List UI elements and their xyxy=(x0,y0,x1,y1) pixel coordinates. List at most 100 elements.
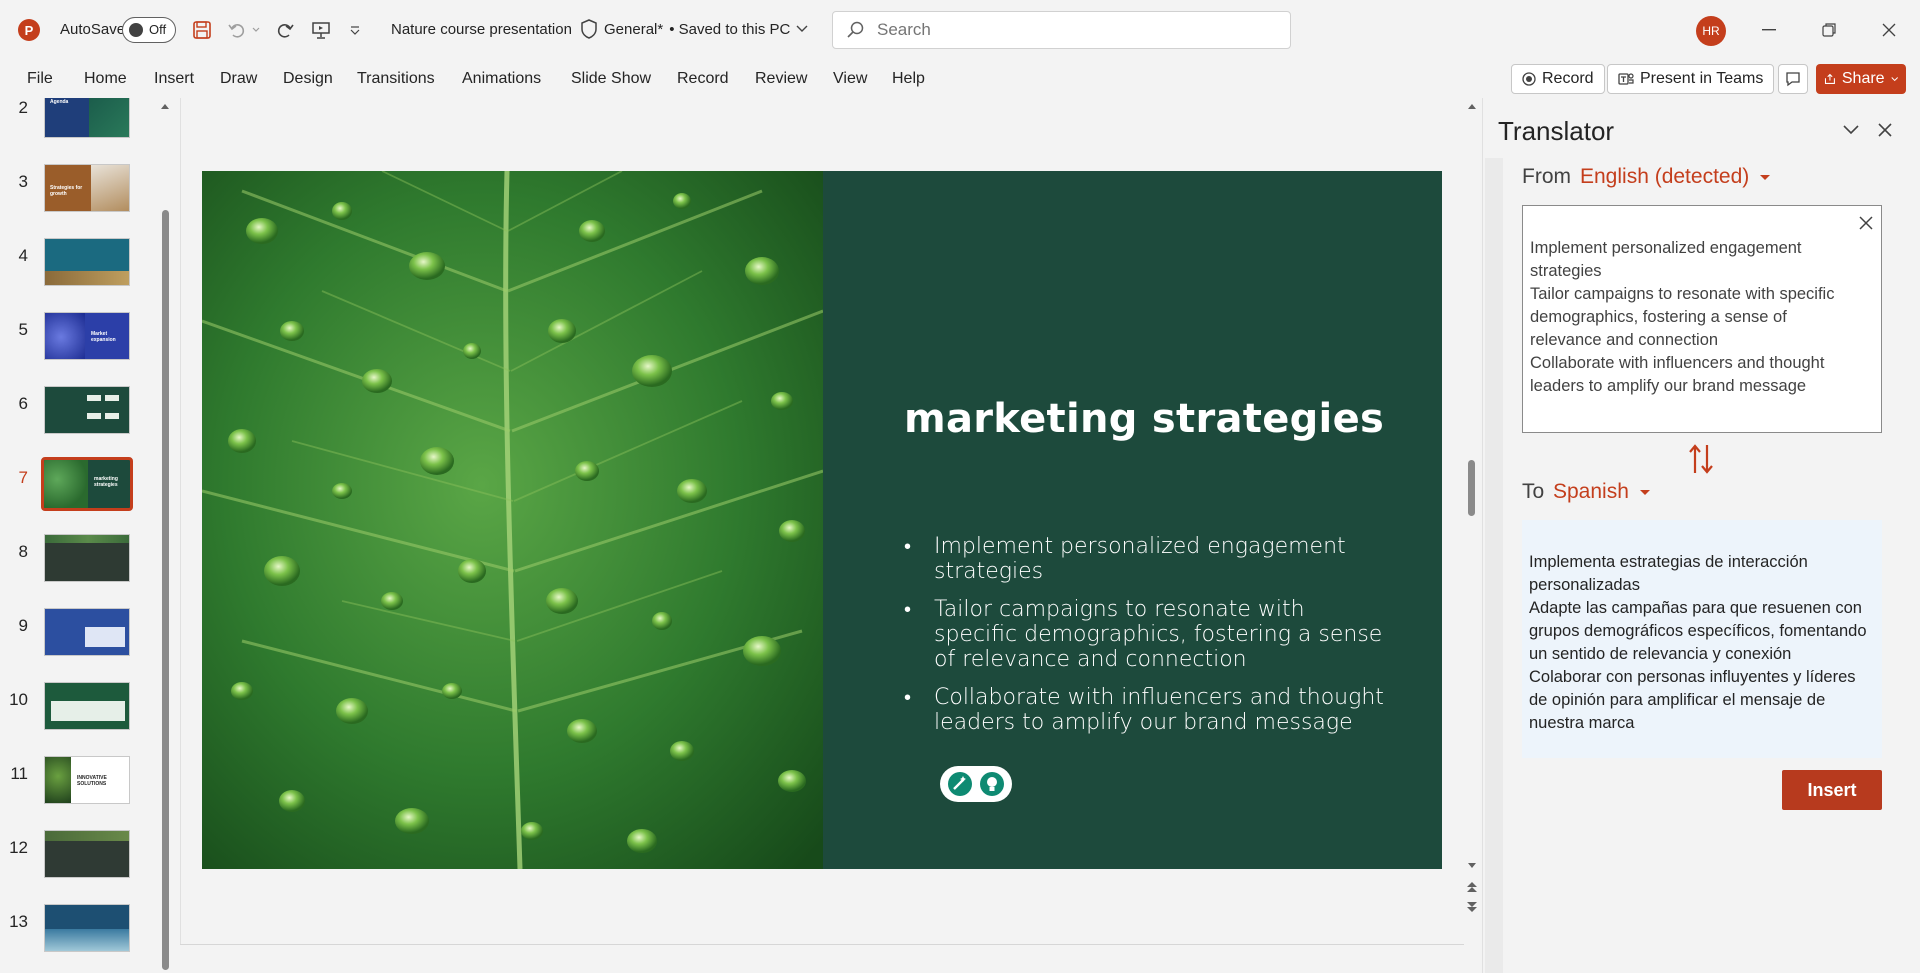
thumbnail-scrollbar[interactable] xyxy=(159,98,171,973)
from-language-dropdown[interactable]: English (detected) xyxy=(1580,165,1771,189)
insert-button[interactable]: Insert xyxy=(1782,770,1882,810)
customize-toolbar-icon[interactable] xyxy=(342,17,368,43)
caret-down-icon xyxy=(1760,174,1771,180)
tab-file[interactable]: File xyxy=(27,70,53,88)
slide-bullet[interactable]: Tailor campaigns to resonate with specif… xyxy=(904,597,1384,672)
clear-text-icon[interactable] xyxy=(1855,212,1877,234)
shield-icon xyxy=(581,19,597,39)
slide-vertical-scrollbar[interactable] xyxy=(1464,98,1480,878)
tab-transitions[interactable]: Transitions xyxy=(357,70,435,88)
slide-thumbnail-13[interactable]: 13 xyxy=(0,904,140,960)
thumbnail-image xyxy=(44,682,130,730)
undo-dropdown-icon[interactable] xyxy=(250,17,262,43)
notes-pane[interactable] xyxy=(180,944,1464,973)
autosave-label: AutoSave xyxy=(60,21,126,38)
tab-insert[interactable]: Insert xyxy=(154,70,194,88)
slide-number: 8 xyxy=(18,542,28,561)
redo-icon[interactable] xyxy=(272,17,298,43)
slide-thumbnail-11[interactable]: 11 INNOVATIVE SOLUTIONS xyxy=(0,756,140,812)
present-in-teams-button[interactable]: Present in Teams xyxy=(1607,64,1775,94)
tab-design[interactable]: Design xyxy=(283,70,333,88)
slide-thumbnail-4[interactable]: 4 xyxy=(0,238,140,294)
caret-down-icon xyxy=(1639,489,1650,495)
thumbnail-image xyxy=(44,904,130,952)
powerpoint-logo-icon: P xyxy=(18,19,40,41)
designer-icon xyxy=(948,772,972,796)
toggle-knob xyxy=(129,23,143,37)
lightbulb-icon xyxy=(980,772,1004,796)
document-title[interactable]: Nature course presentation xyxy=(391,21,572,38)
designer-suggestion-badge[interactable] xyxy=(940,766,1012,802)
to-label: To xyxy=(1522,480,1545,503)
to-language: Spanish xyxy=(1553,480,1629,503)
record-label: Record xyxy=(1542,70,1594,87)
thumbnail-image: INNOVATIVE SOLUTIONS xyxy=(44,756,130,804)
tab-view[interactable]: View xyxy=(833,70,867,88)
undo-icon[interactable] xyxy=(224,17,250,43)
user-avatar[interactable]: HR xyxy=(1696,16,1726,46)
tab-help[interactable]: Help xyxy=(892,70,925,88)
slide-thumbnail-5[interactable]: 5 Market expansion xyxy=(0,312,140,368)
slide-thumbnail-8[interactable]: 8 xyxy=(0,534,140,590)
slide-bullet[interactable]: Collaborate with influencers and thought… xyxy=(904,685,1384,735)
title-bar: P AutoSave Off Nature course presentatio… xyxy=(0,0,1920,58)
source-text-box[interactable]: Implement personalized engagement strate… xyxy=(1522,205,1882,433)
tab-review[interactable]: Review xyxy=(755,70,807,88)
translator-pane: Translator From English (detected) Imple… xyxy=(1482,98,1920,973)
tab-record[interactable]: Record xyxy=(677,70,729,88)
sensitivity-status[interactable]: General* • Saved to this PC xyxy=(580,19,808,39)
thumbnail-image xyxy=(44,238,130,286)
slide-thumbnail-12[interactable]: 12 xyxy=(0,830,140,886)
save-status: • Saved to this PC xyxy=(669,20,791,38)
tab-animations[interactable]: Animations xyxy=(462,70,541,88)
slide-bullet[interactable]: Implement personalized engagement strate… xyxy=(904,534,1384,584)
slide-thumbnail-2[interactable]: 2 Agenda xyxy=(0,98,140,146)
thumbnail-title: Strategies for growth xyxy=(50,185,83,197)
search-box[interactable] xyxy=(832,11,1291,49)
slide-title[interactable]: marketing strategies xyxy=(904,396,1384,442)
share-button[interactable]: Share xyxy=(1816,64,1906,94)
slide-bullet-list[interactable]: Implement personalized engagement strate… xyxy=(904,534,1384,748)
leaf-photo xyxy=(202,171,823,869)
slide-thumbnail-10[interactable]: 10 xyxy=(0,682,140,738)
autosave-toggle[interactable]: Off xyxy=(122,17,176,43)
pane-options-icon[interactable] xyxy=(1841,120,1861,140)
thumbnail-title: Market expansion xyxy=(91,331,116,343)
swap-languages-icon[interactable] xyxy=(1688,443,1714,475)
slide-number: 5 xyxy=(18,320,28,339)
tab-home[interactable]: Home xyxy=(84,70,127,88)
tab-slide-show[interactable]: Slide Show xyxy=(571,70,651,88)
translator-scrollbar[interactable] xyxy=(1485,158,1503,973)
restore-icon[interactable] xyxy=(1814,15,1844,45)
record-button[interactable]: Record xyxy=(1511,64,1605,94)
current-slide[interactable]: marketing strategies Implement personali… xyxy=(202,171,1442,869)
scroll-thumb[interactable] xyxy=(1468,460,1475,516)
translated-text-box[interactable]: Implementa estrategias de interacción pe… xyxy=(1522,520,1882,758)
slide-number: 7 xyxy=(18,468,28,487)
present-from-start-icon[interactable] xyxy=(308,17,334,43)
close-pane-icon[interactable] xyxy=(1875,120,1895,140)
slide-thumbnail-6[interactable]: 6 xyxy=(0,386,140,442)
thumbnail-image xyxy=(44,386,130,434)
thumbnail-image: Agenda xyxy=(44,98,130,138)
scroll-thumb[interactable] xyxy=(162,210,169,970)
minimize-icon[interactable] xyxy=(1754,15,1784,45)
to-language-dropdown[interactable]: Spanish xyxy=(1553,480,1651,504)
slide-thumbnail-7[interactable]: 7 marketing strategies xyxy=(0,457,140,516)
comments-button[interactable] xyxy=(1778,64,1808,94)
slide-number: 13 xyxy=(9,912,28,931)
scroll-up-icon xyxy=(161,104,169,109)
slide-thumbnail-3[interactable]: 3 Strategies for growth xyxy=(0,164,140,220)
close-window-icon[interactable] xyxy=(1874,15,1904,45)
previous-slide-icon[interactable] xyxy=(1465,880,1479,894)
tab-draw[interactable]: Draw xyxy=(220,70,257,88)
thumbnail-image xyxy=(44,830,130,878)
thumbnail-image xyxy=(44,608,130,656)
save-icon[interactable] xyxy=(189,17,215,43)
slide-number: 9 xyxy=(18,616,28,635)
search-input[interactable] xyxy=(877,20,1277,40)
scroll-down-icon xyxy=(1468,863,1476,868)
next-slide-icon[interactable] xyxy=(1465,900,1479,914)
share-icon xyxy=(1824,73,1835,84)
slide-thumbnail-9[interactable]: 9 xyxy=(0,608,140,664)
